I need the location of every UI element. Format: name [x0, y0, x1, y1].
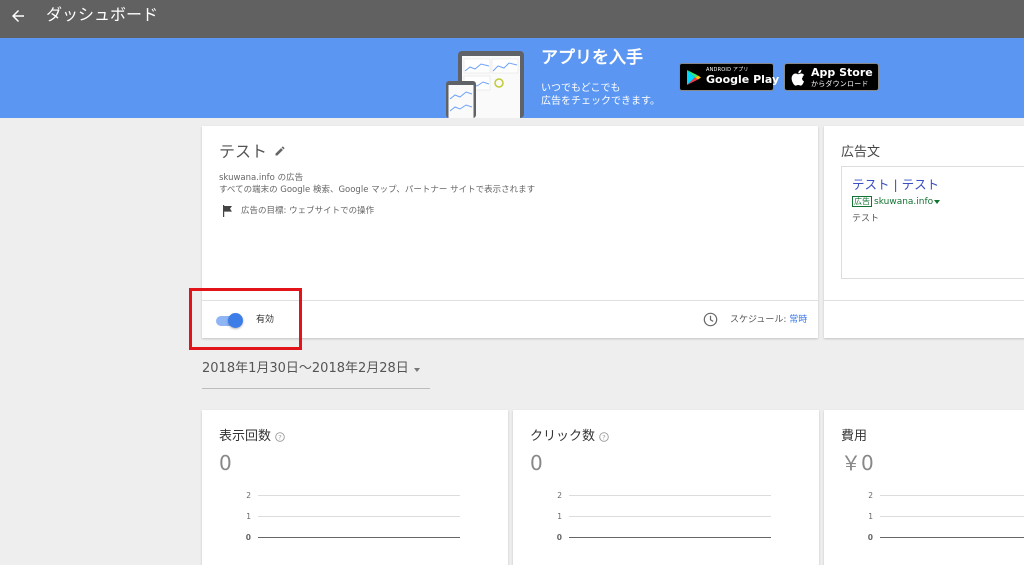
metric-card-impressions: 表示回数? 0 2 1 0 — [202, 410, 508, 565]
chart-gridline — [569, 537, 771, 538]
ad-preview-url: skuwana.info — [874, 197, 934, 207]
chart-gridline — [880, 495, 1024, 496]
flag-icon — [223, 205, 232, 217]
ad-text-card: 広告文 テスト | テスト 広告 skuwana.info テスト — [824, 126, 1024, 338]
chart-gridline — [880, 537, 1024, 538]
app-store-label: App Store — [811, 66, 873, 79]
dropdown-arrow-icon — [934, 199, 941, 204]
ad-description: すべての端末の Google 検索、Google マップ、パートナー サイトで表… — [219, 185, 536, 195]
metric-label-text: 費用 — [841, 429, 868, 444]
banner-subtitle: いつでもどこでも 広告をチェックできます。 — [541, 82, 660, 108]
ad-text-title: 広告文 — [841, 145, 881, 160]
metric-label: クリック数? — [530, 428, 609, 445]
axis-tick-label: 2 — [557, 491, 562, 500]
metric-label: 費用 — [841, 428, 867, 445]
page-title: ダッシュボード — [46, 5, 159, 24]
chart-gridline — [258, 516, 460, 517]
chart-gridline — [258, 537, 460, 538]
svg-text:?: ? — [278, 433, 281, 441]
help-icon[interactable]: ? — [275, 431, 285, 442]
chart-gridline — [569, 495, 771, 496]
devices-illustration-icon — [446, 51, 524, 118]
axis-tick-label: 0 — [245, 533, 251, 542]
pencil-icon[interactable] — [274, 145, 286, 157]
help-icon[interactable]: ? — [599, 431, 609, 442]
ad-badge: 広告 — [852, 196, 872, 207]
ad-preview-description: テスト — [852, 214, 880, 224]
card-divider — [824, 300, 1024, 301]
top-bar: ダッシュボード — [0, 0, 1024, 38]
apple-icon — [791, 69, 805, 86]
ad-preview[interactable]: テスト | テスト 広告 skuwana.info テスト — [841, 166, 1024, 279]
metric-label: 表示回数? — [219, 428, 285, 445]
metric-value: 0 — [219, 451, 232, 475]
app-store-small-label: からダウンロード — [811, 80, 869, 88]
metric-value: ￥0 — [841, 451, 874, 475]
schedule-label: スケジュール: — [730, 315, 790, 325]
google-play-label: Google Play — [706, 73, 780, 86]
google-play-button[interactable]: ANDROID アプリ Google Play — [679, 63, 779, 91]
axis-tick-label: 0 — [867, 533, 873, 542]
chart-gridline — [569, 516, 771, 517]
ad-goal: 広告の目標: ウェブサイトでの操作 — [241, 206, 375, 216]
ad-preview-url-line: 広告 skuwana.info — [852, 196, 941, 208]
axis-tick-label: 2 — [246, 491, 251, 500]
schedule-value-link[interactable]: 常時 — [789, 315, 807, 325]
date-range-underline — [202, 388, 430, 389]
highlight-box — [189, 288, 302, 350]
metric-value: 0 — [530, 451, 543, 475]
ad-name: テスト — [219, 142, 268, 161]
clock-icon — [703, 312, 718, 327]
svg-text:?: ? — [602, 433, 605, 441]
ad-domain-line: skuwana.info の広告 — [219, 173, 304, 183]
metric-label-text: 表示回数 — [219, 429, 272, 444]
chart-gridline — [880, 516, 1024, 517]
banner-subtitle-line1: いつでもどこでも — [541, 83, 621, 94]
axis-tick-label: 1 — [246, 512, 251, 521]
metric-label-text: クリック数 — [530, 429, 596, 444]
date-range-selector[interactable]: 2018年1月30日〜2018年2月28日 — [202, 360, 409, 378]
axis-tick-label: 1 — [868, 512, 873, 521]
google-play-icon — [687, 70, 701, 85]
banner-subtitle-line2: 広告をチェックできます。 — [541, 96, 660, 107]
app-promo-banner: アプリを入手 いつでもどこでも 広告をチェックできます。 ANDROID アプリ… — [0, 38, 1024, 118]
chart-gridline — [258, 495, 460, 496]
app-store-button[interactable]: App Store からダウンロード — [784, 63, 879, 91]
axis-tick-label: 2 — [868, 491, 873, 500]
axis-tick-label: 0 — [556, 533, 562, 542]
metric-card-clicks: クリック数? 0 2 1 0 — [513, 410, 819, 565]
axis-tick-label: 1 — [557, 512, 562, 521]
schedule: スケジュール: 常時 — [730, 314, 807, 326]
ad-preview-headline: テスト | テスト — [852, 177, 940, 192]
banner-title: アプリを入手 — [541, 48, 643, 68]
dropdown-caret-icon[interactable] — [414, 368, 420, 372]
metric-card-cost: 費用 ￥0 2 1 0 — [824, 410, 1024, 565]
back-arrow-icon[interactable] — [9, 7, 27, 25]
